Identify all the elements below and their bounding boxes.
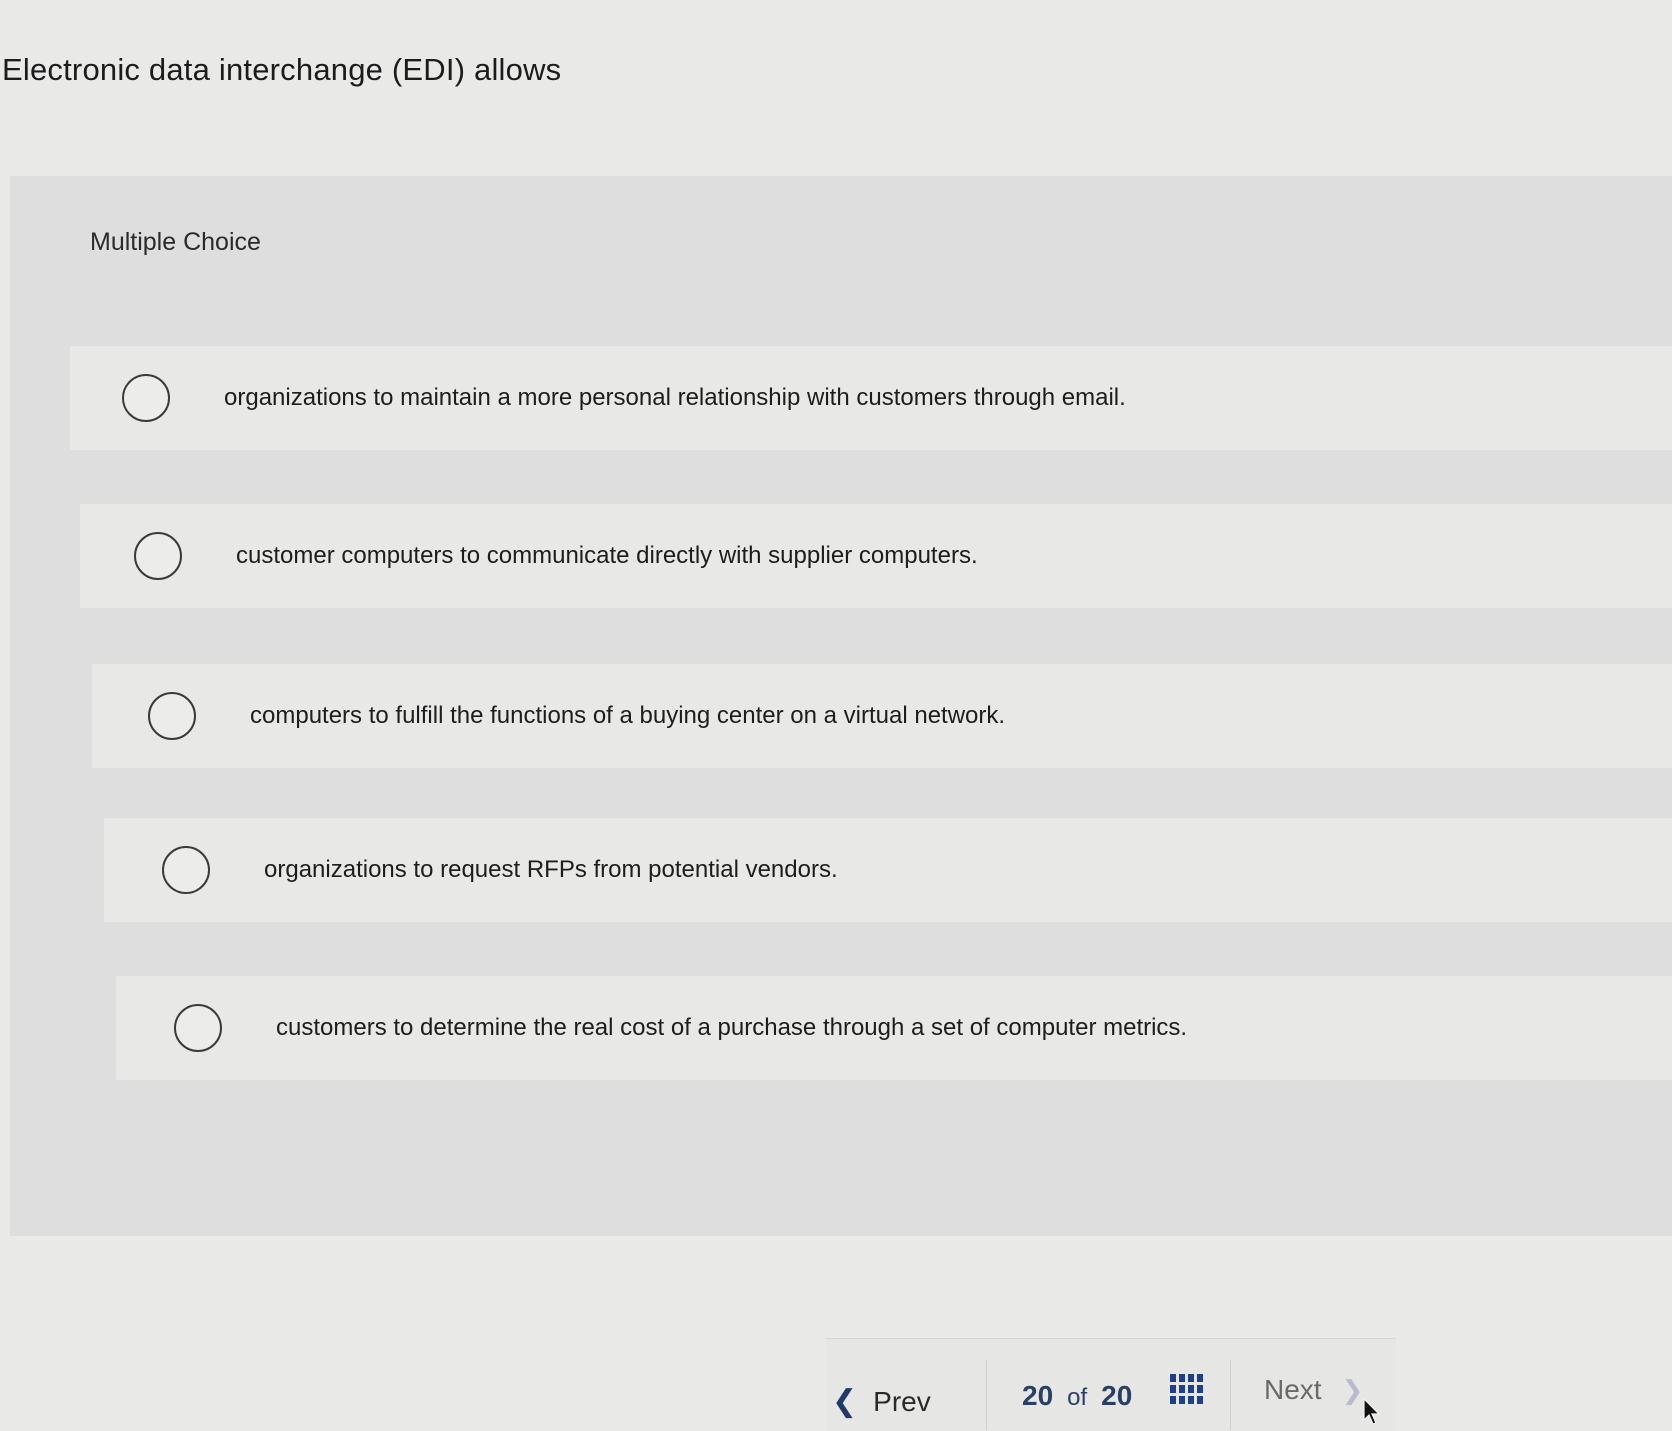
choice-option-3[interactable]: computers to fulfill the functions of a … bbox=[92, 664, 1672, 768]
chevron-left-icon: ❮ bbox=[832, 1385, 858, 1418]
radio-button[interactable] bbox=[122, 374, 170, 422]
nav-divider bbox=[1230, 1360, 1231, 1430]
question-stem: Electronic data interchange (EDI) allows bbox=[2, 52, 562, 87]
grid-icon[interactable] bbox=[1170, 1374, 1203, 1406]
choice-label: organizations to request RFPs from poten… bbox=[264, 856, 838, 883]
chevron-right-icon: ❯ bbox=[1341, 1374, 1364, 1405]
radio-button[interactable] bbox=[174, 1004, 222, 1052]
of-label: of bbox=[1067, 1384, 1088, 1411]
total-pages: 20 bbox=[1101, 1380, 1133, 1411]
page-counter: 20 of 20 bbox=[1022, 1380, 1132, 1412]
choice-label: computers to fulfill the functions of a … bbox=[250, 702, 1006, 729]
radio-button[interactable] bbox=[134, 532, 182, 580]
next-label: Next bbox=[1264, 1374, 1322, 1405]
choice-label: customer computers to communicate direct… bbox=[236, 542, 978, 569]
choice-option-2[interactable]: customer computers to communicate direct… bbox=[80, 504, 1672, 608]
choice-option-1[interactable]: organizations to maintain a more persona… bbox=[70, 346, 1672, 450]
next-button[interactable]: Next ❯ bbox=[1264, 1374, 1363, 1406]
mouse-cursor-icon bbox=[1363, 1398, 1381, 1425]
radio-button[interactable] bbox=[162, 846, 210, 894]
choice-label: customers to determine the real cost of … bbox=[276, 1014, 1188, 1041]
choice-label: organizations to maintain a more persona… bbox=[224, 384, 1126, 411]
prev-label: Prev bbox=[873, 1385, 931, 1417]
question-type-label: Multiple Choice bbox=[90, 228, 261, 256]
choice-option-4[interactable]: organizations to request RFPs from poten… bbox=[104, 818, 1672, 922]
prev-button[interactable]: ❮ Prev bbox=[832, 1384, 931, 1419]
current-page: 20 bbox=[1022, 1380, 1054, 1411]
nav-divider bbox=[986, 1360, 987, 1430]
radio-button[interactable] bbox=[148, 692, 196, 740]
choice-option-5[interactable]: customers to determine the real cost of … bbox=[116, 976, 1672, 1080]
